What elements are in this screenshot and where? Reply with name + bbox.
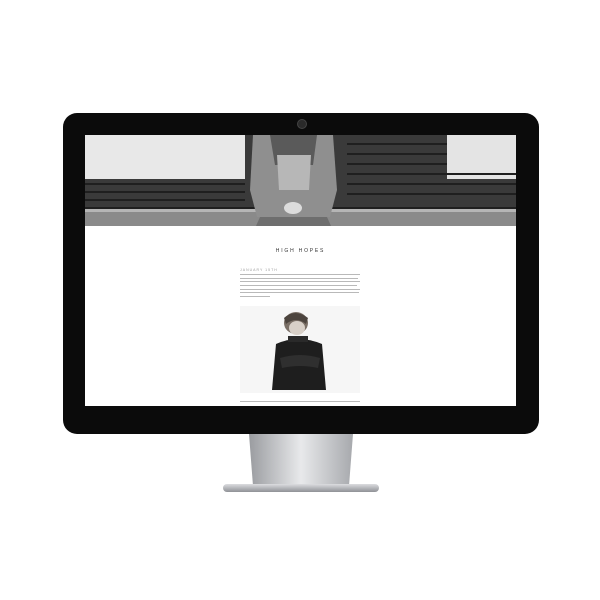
- blog-content: HIGH HOPES JANUARY 15TH: [85, 226, 516, 406]
- header-photo: [85, 135, 516, 226]
- post-image[interactable]: [240, 306, 360, 393]
- webcam-icon: [297, 119, 307, 129]
- post-excerpt: [240, 274, 360, 300]
- monitor-stand: [249, 434, 353, 486]
- blog-title[interactable]: HIGH HOPES: [85, 248, 516, 254]
- monitor-base: [223, 484, 379, 492]
- post-excerpt-continued: [240, 401, 360, 405]
- post-date: JANUARY 15TH: [240, 268, 278, 272]
- screen: HIGH HOPES JANUARY 15TH: [85, 135, 516, 406]
